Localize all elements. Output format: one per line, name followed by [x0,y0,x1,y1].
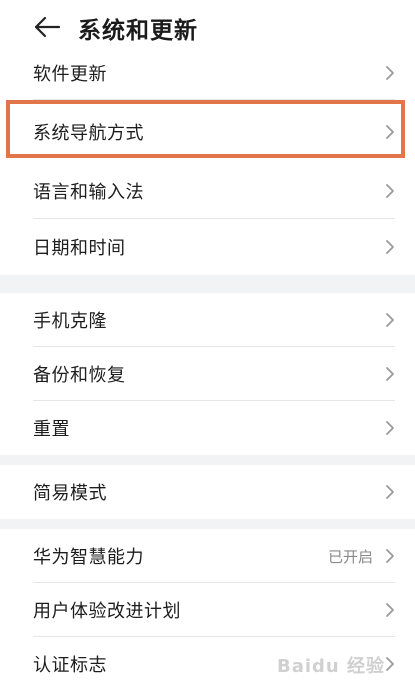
settings-item-label: 华为智慧能力 [33,547,144,568]
settings-item-system-navigation[interactable]: 系统导航方式 [0,100,415,163]
settings-item-phone-clone[interactable]: 手机克隆 [0,293,415,347]
back-button[interactable] [30,12,64,42]
chevron-right-icon [386,240,394,254]
settings-item-label: 系统导航方式 [33,122,144,144]
settings-item-label: 日期和时间 [33,238,126,259]
chevron-right-icon [386,313,394,327]
settings-item-label: 用户体验改进计划 [33,601,181,622]
chevron-right-icon [386,184,394,198]
chevron-right-icon [386,657,394,671]
chevron-right-icon [386,549,394,563]
settings-group-backup: 手机克隆 备份和恢复 重置 [0,293,415,455]
chevron-right-icon [386,367,394,381]
chevron-right-icon [386,421,394,435]
settings-item-label: 语言和输入法 [33,182,144,203]
settings-group-simple-mode: 简易模式 [0,465,415,519]
settings-item-user-experience[interactable]: 用户体验改进计划 [0,583,415,637]
settings-group-system: 软件更新 系统导航方式 语言和输入法 日期和时间 [0,46,415,275]
settings-item-backup-restore[interactable]: 备份和恢复 [0,347,415,401]
settings-item-label: 重置 [33,419,70,440]
chevron-right-icon [386,124,394,139]
page-title: 系统和更新 [78,18,198,44]
settings-item-label: 备份和恢复 [33,365,126,386]
settings-item-software-update[interactable]: 软件更新 [0,46,415,100]
settings-item-huawei-ai[interactable]: 华为智慧能力 已开启 [0,529,415,583]
chevron-right-icon [386,485,394,499]
chevron-right-icon [386,603,394,617]
chevron-right-icon [386,66,394,80]
settings-item-reset[interactable]: 重置 [0,401,415,455]
settings-item-label: 认证标志 [33,655,107,676]
header-bar: 系统和更新 [0,0,415,50]
status-text: 已开启 [327,547,373,566]
settings-item-label: 手机克隆 [33,311,107,332]
settings-item-language-input[interactable]: 语言和输入法 [0,163,415,219]
settings-item-date-time[interactable]: 日期和时间 [0,219,415,275]
settings-item-simple-mode[interactable]: 简易模式 [0,465,415,519]
watermark: Baidu 经验 [276,656,385,677]
settings-item-label: 简易模式 [33,483,107,504]
arrow-left-icon [34,16,61,38]
settings-item-label: 软件更新 [33,64,107,85]
